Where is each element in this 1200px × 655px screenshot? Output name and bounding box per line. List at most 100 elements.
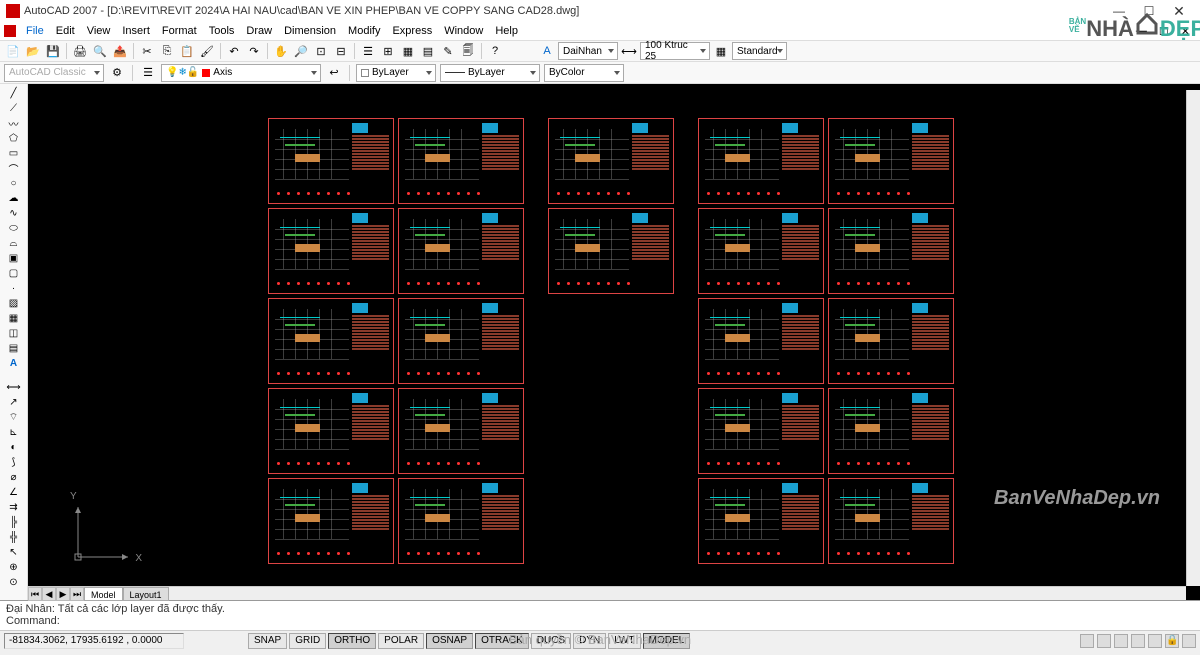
markup-icon[interactable]: ✎: [439, 42, 457, 60]
dim-quick-icon[interactable]: ⇉: [7, 500, 21, 514]
design-center-icon[interactable]: ⊞: [379, 42, 397, 60]
centermark-icon[interactable]: ⊙: [7, 575, 21, 589]
preview-icon[interactable]: 🔍: [91, 42, 109, 60]
block-icon[interactable]: ▣: [7, 251, 21, 265]
spline-icon[interactable]: ∿: [7, 206, 21, 220]
polygon-icon[interactable]: ⬠: [7, 131, 21, 145]
layer-prev-icon[interactable]: ↩: [325, 64, 343, 82]
dim-ang-icon[interactable]: ∠: [7, 485, 21, 499]
tolerance-icon[interactable]: ⊕: [7, 560, 21, 574]
menu-file[interactable]: File: [20, 25, 50, 37]
pan-icon[interactable]: ✋: [272, 42, 290, 60]
status-polar[interactable]: POLAR: [378, 633, 424, 649]
menu-draw[interactable]: Draw: [240, 25, 278, 37]
tablestyle-icon[interactable]: ▦: [712, 42, 730, 60]
pline-icon[interactable]: 〰: [7, 116, 21, 130]
arc-icon[interactable]: ⌒: [7, 161, 21, 175]
menu-edit[interactable]: Edit: [50, 25, 81, 37]
region-icon[interactable]: ◫: [7, 326, 21, 340]
tray-icon[interactable]: [1148, 634, 1162, 648]
redo-icon[interactable]: ↷: [245, 42, 263, 60]
help-icon[interactable]: ?: [486, 42, 504, 60]
linetype-combo[interactable]: ByLayer: [440, 64, 540, 82]
open-icon[interactable]: 📂: [24, 42, 42, 60]
menu-modify[interactable]: Modify: [342, 25, 386, 37]
layer-manager-icon[interactable]: ☰: [139, 64, 157, 82]
menu-dimension[interactable]: Dimension: [278, 25, 342, 37]
zoom-win-icon[interactable]: ⊡: [312, 42, 330, 60]
model-space[interactable]: X Y BanVeNhaDep.vn: [28, 84, 1200, 600]
tab-first[interactable]: ⏮: [28, 587, 42, 601]
paste-icon[interactable]: 📋: [178, 42, 196, 60]
print-icon[interactable]: 🖨: [71, 42, 89, 60]
textstyle-icon[interactable]: A: [538, 42, 556, 60]
dim-dia-icon[interactable]: ⌀: [7, 470, 21, 484]
save-icon[interactable]: 💾: [44, 42, 62, 60]
status-osnap[interactable]: OSNAP: [426, 633, 473, 649]
undo-icon[interactable]: ↶: [225, 42, 243, 60]
dim-radius-icon[interactable]: ◐: [7, 440, 21, 454]
rect-icon[interactable]: ▭: [7, 146, 21, 160]
new-icon[interactable]: 📄: [4, 42, 22, 60]
line-icon[interactable]: ╱: [7, 86, 21, 100]
tray-icon[interactable]: [1080, 634, 1094, 648]
tool-palette-icon[interactable]: ▦: [399, 42, 417, 60]
zoom-rt-icon[interactable]: 🔎: [292, 42, 310, 60]
status-ortho[interactable]: ORTHO: [328, 633, 376, 649]
tray-icon[interactable]: [1182, 634, 1196, 648]
properties-icon[interactable]: ☰: [359, 42, 377, 60]
copy-icon[interactable]: ⎘: [158, 42, 176, 60]
publish-icon[interactable]: 📤: [111, 42, 129, 60]
color-combo[interactable]: ByLayer: [356, 64, 436, 82]
mtext-icon[interactable]: A: [7, 356, 21, 370]
status-snap[interactable]: SNAP: [248, 633, 287, 649]
dim-ord-icon[interactable]: ⊾: [7, 425, 21, 439]
workspace-settings-icon[interactable]: ⚙: [108, 64, 126, 82]
tablestyle-combo[interactable]: Standard: [732, 42, 787, 60]
tab-last[interactable]: ⏭: [70, 587, 84, 601]
table-icon[interactable]: ▤: [7, 341, 21, 355]
dim-aligned-icon[interactable]: ↗: [7, 395, 21, 409]
dim-arc-icon[interactable]: ⌔: [7, 410, 21, 424]
sheet-set-icon[interactable]: ▤: [419, 42, 437, 60]
leader-icon[interactable]: ↖: [7, 545, 21, 559]
textstyle-combo[interactable]: DaiNhan: [558, 42, 618, 60]
lineweight-combo[interactable]: ByColor: [544, 64, 624, 82]
match-icon[interactable]: 🖌: [198, 42, 216, 60]
menu-format[interactable]: Format: [156, 25, 203, 37]
menu-insert[interactable]: Insert: [116, 25, 156, 37]
gradient-icon[interactable]: ▦: [7, 311, 21, 325]
vscroll[interactable]: [1186, 90, 1200, 586]
command-line[interactable]: Đại Nhân: Tất cả các lớp layer đã được t…: [0, 600, 1200, 630]
tray-icon[interactable]: [1131, 634, 1145, 648]
dim-cont-icon[interactable]: ╬: [7, 530, 21, 544]
dim-base-icon[interactable]: ╠: [7, 515, 21, 529]
menu-tools[interactable]: Tools: [203, 25, 241, 37]
tray-icon[interactable]: [1097, 634, 1111, 648]
zoom-prev-icon[interactable]: ⊟: [332, 42, 350, 60]
ellipse-icon[interactable]: ⬭: [7, 221, 21, 235]
dimstyle-icon[interactable]: ⟷: [620, 42, 638, 60]
tray-icon[interactable]: [1114, 634, 1128, 648]
menu-window[interactable]: Window: [438, 25, 489, 37]
tab-layout1[interactable]: Layout1: [123, 587, 169, 601]
dim-linear-icon[interactable]: ⟷: [7, 380, 21, 394]
cut-icon[interactable]: ✂: [138, 42, 156, 60]
revcloud-icon[interactable]: ☁: [7, 191, 21, 205]
menu-help[interactable]: Help: [489, 25, 524, 37]
tab-prev[interactable]: ◀: [42, 587, 56, 601]
tab-next[interactable]: ▶: [56, 587, 70, 601]
canvas-area[interactable]: X Y BanVeNhaDep.vn ⏮ ◀ ▶ ⏭ Model Layout1: [28, 84, 1200, 600]
calc-icon[interactable]: 🗐: [459, 42, 477, 60]
dim-jog-icon[interactable]: ⟆: [7, 455, 21, 469]
workspace-combo[interactable]: AutoCAD Classic: [4, 64, 104, 82]
xline-icon[interactable]: ⟋: [7, 101, 21, 115]
tray-lock-icon[interactable]: 🔒: [1165, 634, 1179, 648]
hatch-icon[interactable]: ▨: [7, 296, 21, 310]
ellipse-arc-icon[interactable]: ⌓: [7, 236, 21, 250]
circle-icon[interactable]: ○: [7, 176, 21, 190]
dimstyle-combo[interactable]: 100 Ktruc 25: [640, 42, 710, 60]
status-grid[interactable]: GRID: [289, 633, 326, 649]
make-block-icon[interactable]: ▢: [7, 266, 21, 280]
menu-view[interactable]: View: [81, 25, 117, 37]
